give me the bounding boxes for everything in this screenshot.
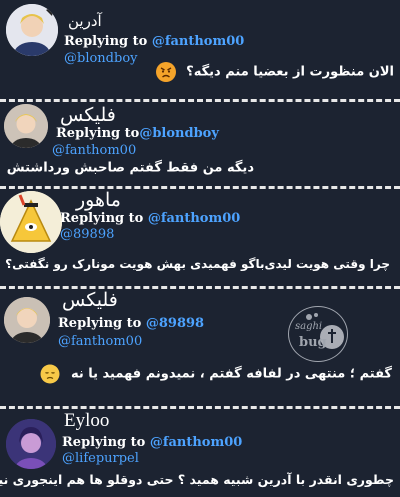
reply-handle-link[interactable]: @fanthom00 [150,435,242,450]
tweet-message: چطوری انقدر با آدرین شبیه همید ؟ حتی دوق… [0,472,394,487]
reply-handle-link[interactable]: @89898 [146,316,204,331]
tweet-message-text: الان منظورت از بعضیا منم دیگه؟ [186,64,394,80]
avatar-felix[interactable] [4,297,50,343]
tweet-author-name: Eyloo [64,410,110,431]
mention-handle-link[interactable]: @fanthom00 [58,334,142,349]
tweet-message-text: چرا وقتی هویت لیدی‌باگو فهمیدی بهش هویت … [5,257,390,271]
tweet-author-name: فلیکس [60,104,116,126]
replying-to-label: Replying to [64,34,152,49]
mention-handle-link[interactable]: @fanthom00 [52,143,136,158]
tweet-author-name: فلیکس [62,289,118,311]
watermark-text-bottom: bug [299,335,327,350]
tweet-message: چرا وقتی هویت لیدی‌باگو فهمیدی بهش هویت … [5,257,390,271]
tweet-message: دیگه من فقط گفتم صاحبش ورداشتش [0,158,254,178]
tweet-1: آدرین Replying to @fanthom00 @blondboy ا… [0,0,400,100]
replying-to-line: Replying to @89898 [58,316,204,331]
tweet-message: گفتم ؛ منتهی در لفافه گفتم ، نمیدونم فهم… [40,364,392,384]
replying-to-label: Replying to [56,126,140,141]
watermark-text-top: saghi [295,321,323,332]
reply-handle-link[interactable]: @fanthom00 [152,34,244,49]
tweet-3: ماهور Replying to @fanthom00 @89898 چرا … [0,189,400,285]
replying-to-label: Replying to [58,316,146,331]
tweet-2: فلیکس Replying to@blondboy @fanthom00 دی… [0,102,400,186]
tweet-message-text: گفتم ؛ منتهی در لفافه گفتم ، نمیدونم فهم… [70,366,392,382]
watermark-logo: saghi bug [288,306,348,362]
replying-to-line: Replying to @fanthom00 [64,34,244,49]
tweet-message-text: دیگه من فقط گفتم صاحبش ورداشتش [6,160,254,176]
mention-handle-link[interactable]: @89898 [60,227,114,242]
tweet-message: الان منظورت از بعضیا منم دیگه؟ [155,62,394,82]
mention-handle-link[interactable]: @blondboy [64,51,138,66]
tweet-5: Eyloo Replying to @fanthom00 @lifepurpel… [0,409,400,497]
mention-handle-link[interactable]: @lifepurpel [62,451,139,466]
replying-to-line: Replying to@blondboy [56,126,219,141]
tweet-author-name: ماهور [76,189,121,211]
replying-to-label: Replying to [62,435,150,450]
avatar-eyloo[interactable] [6,419,56,469]
replying-to-line: Replying to @fanthom00 [60,211,240,226]
tweet-author-name: آدرین [68,12,102,30]
reply-handle-link[interactable]: @fanthom00 [148,211,240,226]
replying-to-label: Replying to [60,211,148,226]
reply-handle-link[interactable]: @blondboy [139,126,219,141]
avatar-adrien[interactable] [6,4,58,56]
angry-face-emoji [155,62,176,82]
sad-face-emoji [40,364,60,384]
avatar-mahour[interactable] [0,191,62,253]
avatar-felix[interactable] [4,104,48,148]
tweet-message-text: چطوری انقدر با آدرین شبیه همید ؟ حتی دوق… [0,472,394,487]
replying-to-line: Replying to @fanthom00 [62,435,242,450]
